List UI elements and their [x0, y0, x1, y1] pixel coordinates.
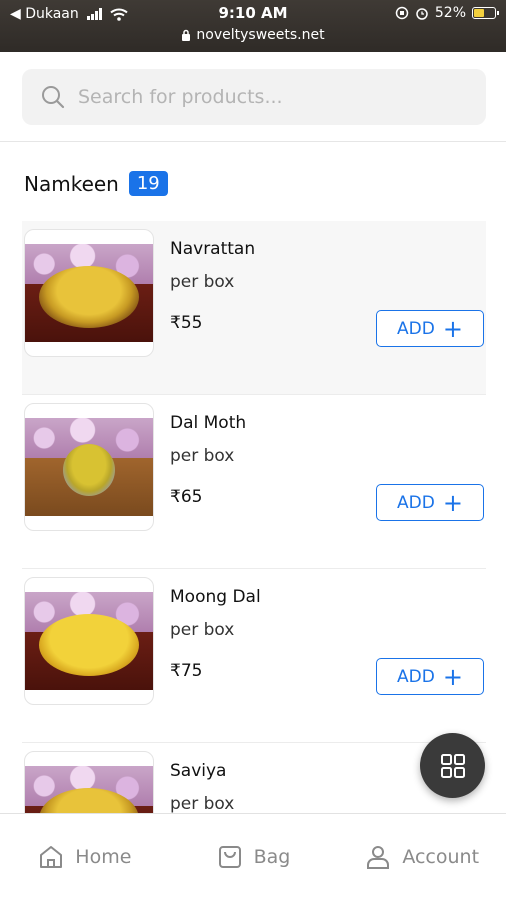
product-image[interactable]: [24, 577, 154, 705]
search-box[interactable]: [22, 69, 486, 125]
moong-dal-photo: [25, 592, 153, 690]
product-unit: per box: [170, 272, 235, 292]
product-name[interactable]: Dal Moth: [170, 413, 246, 433]
nav-account[interactable]: Account: [337, 814, 506, 900]
category-count-badge: 19: [128, 171, 168, 196]
account-icon: [367, 846, 390, 869]
saviya-photo: [25, 766, 153, 813]
add-to-bag-button[interactable]: ADD +: [376, 658, 484, 695]
status-right: 52%: [395, 5, 499, 21]
nav-home[interactable]: Home: [0, 814, 169, 900]
plus-icon: +: [442, 488, 463, 517]
product-image[interactable]: [24, 751, 154, 813]
battery-percent: 52%: [434, 5, 466, 21]
category-header: Namkeen 19: [24, 171, 168, 196]
category-title: Namkeen: [24, 171, 119, 196]
product-name[interactable]: Moong Dal: [170, 587, 261, 607]
search-input[interactable]: [78, 69, 468, 125]
nav-home-label: Home: [75, 846, 132, 868]
product-name[interactable]: Navrattan: [170, 239, 255, 259]
url-bar[interactable]: noveltysweets.net: [0, 27, 506, 43]
product-row[interactable]: Moong Dal per box ₹75 ADD +: [22, 569, 486, 743]
navrattan-photo: [25, 244, 153, 342]
product-price: ₹65: [170, 487, 203, 507]
categories-fab[interactable]: [420, 733, 485, 798]
dal-moth-photo: [25, 418, 153, 516]
product-image[interactable]: [24, 229, 154, 357]
add-to-bag-button[interactable]: ADD +: [376, 310, 484, 347]
orientation-lock-icon: [395, 6, 409, 20]
product-row[interactable]: Dal Moth per box ₹65 ADD +: [22, 395, 486, 569]
add-label: ADD: [397, 666, 435, 687]
product-price: ₹55: [170, 313, 203, 333]
bag-icon: [218, 846, 241, 868]
grid-icon: [440, 753, 465, 778]
product-list: Navrattan per box ₹55 ADD + Dal Moth per…: [22, 221, 486, 813]
nav-bag-label: Bag: [253, 846, 291, 868]
product-unit: per box: [170, 446, 235, 466]
lock-icon: [182, 29, 191, 41]
battery-icon: [472, 7, 499, 19]
add-to-bag-button[interactable]: ADD +: [376, 484, 484, 521]
add-label: ADD: [397, 492, 435, 513]
nav-bag[interactable]: Bag: [169, 814, 338, 900]
alarm-icon: [416, 8, 428, 20]
plus-icon: +: [442, 314, 463, 343]
search-icon: [42, 86, 65, 109]
product-row[interactable]: Saviya per box: [22, 743, 486, 813]
url-text: noveltysweets.net: [196, 27, 325, 43]
bottom-nav: Home Bag Account: [0, 813, 506, 900]
product-unit: per box: [170, 620, 235, 640]
product-row[interactable]: Navrattan per box ₹55 ADD +: [22, 221, 486, 395]
nav-account-label: Account: [402, 846, 480, 868]
add-label: ADD: [397, 318, 435, 339]
product-unit: per box: [170, 794, 235, 813]
product-image[interactable]: [24, 403, 154, 531]
search-section: [0, 52, 506, 142]
product-name[interactable]: Saviya: [170, 761, 226, 781]
product-price: ₹75: [170, 661, 203, 681]
status-bar: ◀ Dukaan 9:10 AM noveltysweets.net 52%: [0, 0, 506, 52]
home-icon: [40, 846, 63, 868]
plus-icon: +: [442, 662, 463, 691]
